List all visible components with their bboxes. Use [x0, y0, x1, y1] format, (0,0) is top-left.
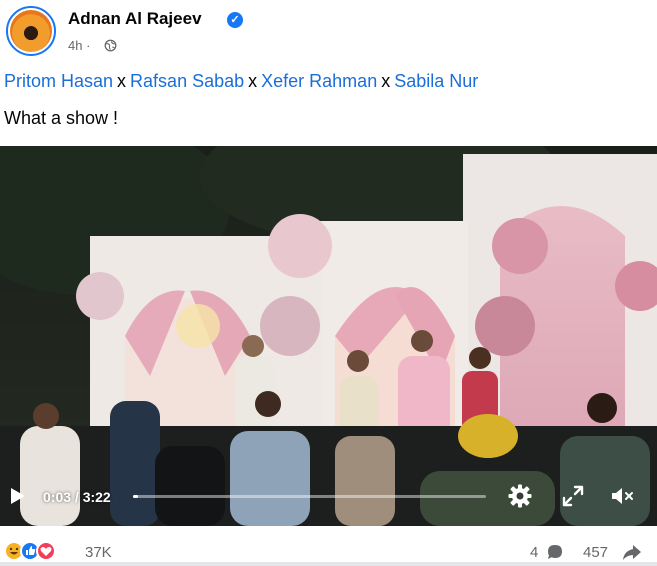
video-time: 0:03 / 3:22 — [43, 489, 111, 505]
video-progress-fill — [133, 495, 139, 498]
author-name[interactable]: Adnan Al Rajeev — [68, 9, 202, 29]
video-frame — [0, 146, 657, 526]
post-time[interactable]: 4h — [68, 38, 82, 53]
comment-icon[interactable] — [546, 543, 564, 561]
heart-icon — [40, 546, 52, 556]
tag-link[interactable]: Sabila Nur — [394, 71, 478, 91]
verified-badge-icon: ✓ — [227, 12, 243, 28]
tag-link[interactable]: Rafsan Sabab — [130, 71, 244, 91]
meta-dot: · — [86, 38, 91, 53]
globe-icon — [104, 39, 117, 52]
share-count[interactable]: 457 — [583, 544, 608, 561]
tag-link[interactable]: Pritom Hasan — [4, 71, 113, 91]
avatar[interactable] — [6, 6, 56, 56]
post-caption: What a show ! — [4, 108, 119, 128]
tag-separator: x — [248, 71, 258, 91]
post-header: Adnan Al Rajeev ✓ 4h · — [0, 0, 657, 64]
tag-link[interactable]: Xefer Rahman — [261, 71, 377, 91]
love-reaction-icon — [36, 541, 56, 561]
video-player[interactable] — [0, 146, 657, 526]
reaction-icons[interactable] — [4, 541, 80, 561]
tagged-people: Pritom Hasan x Rafsan Sabab x Xefer Rahman x S… — [4, 71, 478, 92]
tag-separator: x — [117, 71, 127, 91]
expand-icon[interactable] — [560, 483, 586, 509]
gear-icon[interactable] — [507, 483, 533, 509]
video-progress-bar[interactable] — [133, 495, 486, 498]
avatar-image — [10, 10, 52, 52]
post-footer-divider — [0, 562, 657, 566]
play-icon[interactable] — [6, 485, 28, 507]
comment-count[interactable]: 4 — [530, 544, 538, 561]
reaction-count[interactable]: 37K — [85, 544, 112, 561]
mute-icon[interactable] — [609, 483, 635, 509]
tag-separator: x — [381, 71, 391, 91]
post-meta: 4h · — [68, 38, 90, 53]
share-icon[interactable] — [622, 543, 642, 561]
